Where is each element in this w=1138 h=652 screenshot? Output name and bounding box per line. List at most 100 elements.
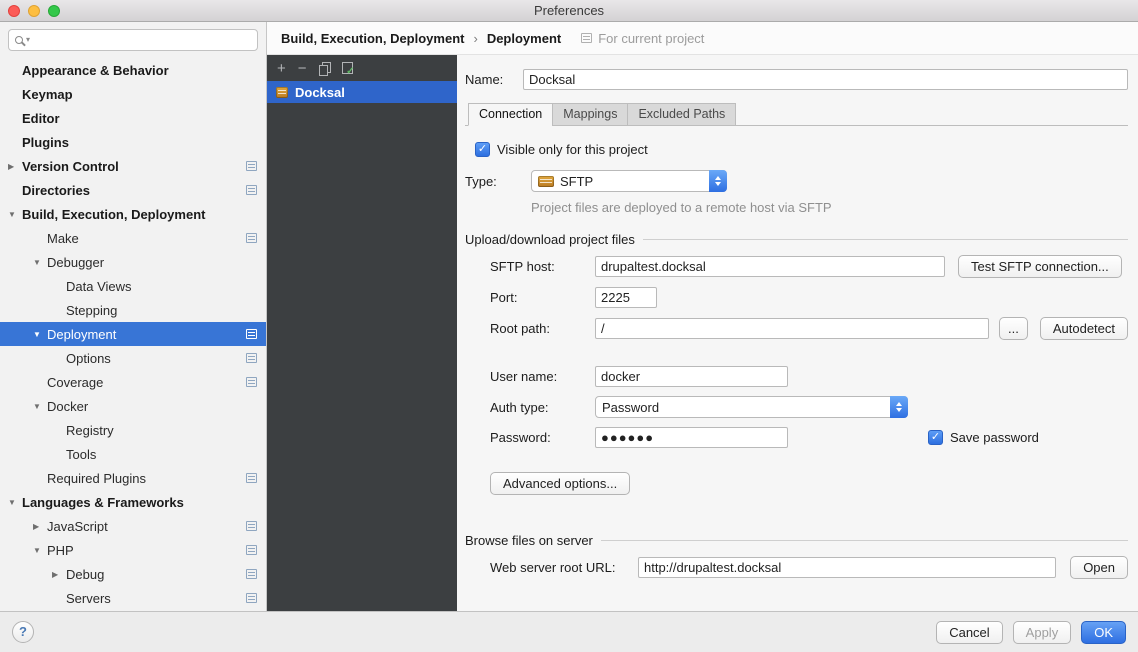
sftp-host-input[interactable] xyxy=(595,256,945,277)
ok-button[interactable]: OK xyxy=(1081,621,1126,644)
sidebar-item-label: Registry xyxy=(66,423,114,438)
sidebar-item-build-execution-deployment[interactable]: ▼Build, Execution, Deployment xyxy=(0,202,266,226)
sidebar-item-make[interactable]: Make xyxy=(0,226,266,250)
server-list-item[interactable]: Docksal xyxy=(267,81,457,103)
server-name-label: Docksal xyxy=(295,85,345,100)
breadcrumb-section[interactable]: Build, Execution, Deployment xyxy=(281,31,464,46)
sidebar-item-version-control[interactable]: ▶Version Control xyxy=(0,154,266,178)
sidebar-item-plugins[interactable]: Plugins xyxy=(0,130,266,154)
sidebar-item-languages-frameworks[interactable]: ▼Languages & Frameworks xyxy=(0,490,266,514)
tree-expanded-arrow-icon[interactable]: ▼ xyxy=(33,330,47,339)
server-list-panel: + − Docksal xyxy=(267,55,457,611)
sidebar-item-debugger[interactable]: ▼Debugger xyxy=(0,250,266,274)
auth-type-value: Password xyxy=(602,400,659,415)
sidebar-item-data-views[interactable]: Data Views xyxy=(0,274,266,298)
root-path-row: Root path: ... Autodetect xyxy=(490,317,1128,340)
open-button[interactable]: Open xyxy=(1070,556,1128,579)
window-title: Preferences xyxy=(534,3,604,18)
settings-search-input[interactable] xyxy=(33,33,251,47)
sidebar-item-label: Plugins xyxy=(22,135,69,150)
breadcrumb: Build, Execution, Deployment › Deploymen… xyxy=(267,22,1138,55)
sidebar-item-editor[interactable]: Editor xyxy=(0,106,266,130)
tree-expanded-arrow-icon[interactable]: ▼ xyxy=(33,402,47,411)
copy-server-button[interactable] xyxy=(319,62,330,75)
visible-project-row: ✓ Visible only for this project xyxy=(475,142,1128,157)
tab-connection[interactable]: Connection xyxy=(468,103,553,126)
visible-project-label: Visible only for this project xyxy=(497,142,648,157)
sidebar-item-tools[interactable]: Tools xyxy=(0,442,266,466)
auth-type-row: Auth type: Password xyxy=(490,396,1128,418)
upload-section-title: Upload/download project files xyxy=(465,232,635,247)
sidebar-item-label: Servers xyxy=(66,591,111,606)
tree-expanded-arrow-icon[interactable]: ▼ xyxy=(8,498,22,507)
set-default-server-button[interactable] xyxy=(342,62,353,74)
remove-server-button[interactable]: − xyxy=(298,61,307,76)
password-input[interactable] xyxy=(595,427,788,448)
tree-collapsed-arrow-icon[interactable]: ▶ xyxy=(8,162,22,171)
advanced-options-button[interactable]: Advanced options... xyxy=(490,472,630,495)
root-path-input[interactable] xyxy=(595,318,989,339)
password-row: Password: ✓ Save password xyxy=(490,427,1128,448)
sidebar-item-label: Deployment xyxy=(47,327,116,342)
upload-section-header: Upload/download project files xyxy=(465,232,1128,247)
web-root-row: Web server root URL: Open xyxy=(490,556,1128,579)
tree-expanded-arrow-icon[interactable]: ▼ xyxy=(8,210,22,219)
titlebar: Preferences xyxy=(0,0,1138,22)
port-input[interactable] xyxy=(595,287,657,308)
tree-collapsed-arrow-icon[interactable]: ▶ xyxy=(52,570,66,579)
autodetect-button[interactable]: Autodetect xyxy=(1040,317,1128,340)
sidebar-item-directories[interactable]: Directories xyxy=(0,178,266,202)
user-name-label: User name: xyxy=(490,369,595,384)
minimize-button[interactable] xyxy=(28,5,40,17)
sidebar-item-javascript[interactable]: ▶JavaScript xyxy=(0,514,266,538)
sidebar-item-label: Keymap xyxy=(22,87,73,102)
sidebar-item-stepping[interactable]: Stepping xyxy=(0,298,266,322)
tree-expanded-arrow-icon[interactable]: ▼ xyxy=(33,546,47,555)
sidebar-item-docker[interactable]: ▼Docker xyxy=(0,394,266,418)
sidebar-item-debug[interactable]: ▶Debug xyxy=(0,562,266,586)
sidebar-item-keymap[interactable]: Keymap xyxy=(0,82,266,106)
web-root-input[interactable] xyxy=(638,557,1056,578)
tree-expanded-arrow-icon[interactable]: ▼ xyxy=(33,258,47,267)
tab-excluded-paths[interactable]: Excluded Paths xyxy=(627,103,736,126)
close-button[interactable] xyxy=(8,5,20,17)
browse-root-path-button[interactable]: ... xyxy=(999,317,1028,340)
sidebar-item-appearance-behavior[interactable]: Appearance & Behavior xyxy=(0,58,266,82)
sidebar-item-options[interactable]: Options xyxy=(0,346,266,370)
current-project-icon xyxy=(246,521,257,531)
search-options-chevron-icon[interactable]: ▾ xyxy=(26,36,30,44)
scope-label: For current project xyxy=(598,31,704,46)
port-row: Port: xyxy=(490,287,1128,308)
help-button[interactable]: ? xyxy=(12,621,34,643)
settings-search-box[interactable]: ▾ xyxy=(8,29,258,51)
test-sftp-connection-button[interactable]: Test SFTP connection... xyxy=(958,255,1122,278)
cancel-button[interactable]: Cancel xyxy=(936,621,1002,644)
browse-section-header: Browse files on server xyxy=(465,533,1128,548)
tree-collapsed-arrow-icon[interactable]: ▶ xyxy=(33,522,47,531)
sidebar-item-php[interactable]: ▼PHP xyxy=(0,538,266,562)
zoom-button[interactable] xyxy=(48,5,60,17)
tab-mappings[interactable]: Mappings xyxy=(552,103,628,126)
name-input[interactable] xyxy=(523,69,1128,90)
user-name-input[interactable] xyxy=(595,366,788,387)
auth-type-dropdown[interactable]: Password xyxy=(595,396,908,418)
current-project-icon xyxy=(246,377,257,387)
sidebar-item-label: Directories xyxy=(22,183,90,198)
sidebar-item-required-plugins[interactable]: Required Plugins xyxy=(0,466,266,490)
sidebar-item-deployment[interactable]: ▼Deployment xyxy=(0,322,266,346)
type-value: SFTP xyxy=(560,174,593,189)
sidebar-item-coverage[interactable]: Coverage xyxy=(0,370,266,394)
type-dropdown[interactable]: SFTP xyxy=(531,170,727,192)
sidebar-item-servers[interactable]: Servers xyxy=(0,586,266,610)
visible-project-checkbox[interactable]: ✓ xyxy=(475,142,490,157)
sidebar-item-label: Required Plugins xyxy=(47,471,146,486)
breadcrumb-page: Deployment xyxy=(487,31,561,46)
section-divider xyxy=(601,540,1128,541)
save-password-checkbox[interactable]: ✓ xyxy=(928,430,943,445)
apply-button[interactable]: Apply xyxy=(1013,621,1072,644)
dropdown-stepper-icon xyxy=(709,170,727,192)
add-server-button[interactable]: + xyxy=(277,61,286,76)
sidebar-item-registry[interactable]: Registry xyxy=(0,418,266,442)
sidebar-item-label: Languages & Frameworks xyxy=(22,495,184,510)
sidebar-item-label: Make xyxy=(47,231,79,246)
